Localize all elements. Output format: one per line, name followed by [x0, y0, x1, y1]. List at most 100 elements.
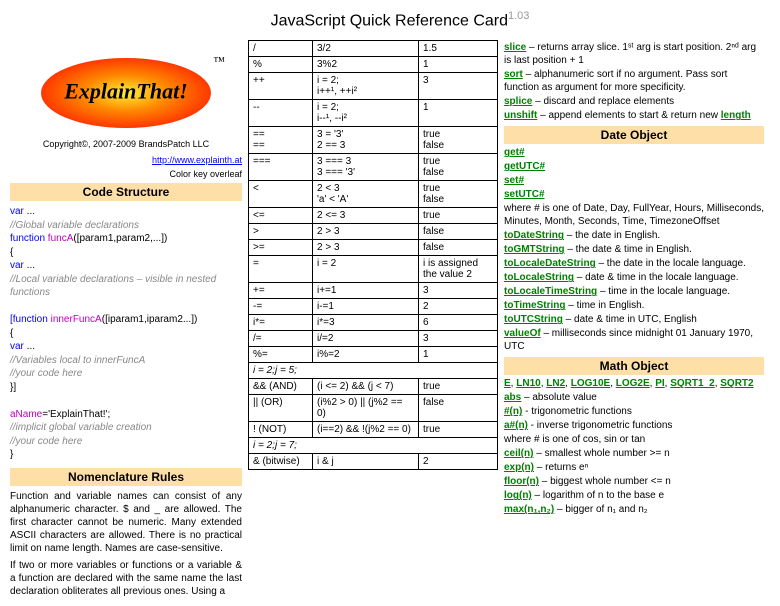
method-desc: max(n₁,n₂) – bigger of n₁ and n₂ — [504, 503, 764, 516]
table-cell: true false — [419, 181, 498, 208]
method-link[interactable]: max(n₁,n₂) — [504, 504, 554, 515]
table-cell: i+=1 — [313, 283, 419, 299]
table-cell: i/=2 — [313, 331, 419, 347]
method-link[interactable]: log(n) — [504, 490, 532, 501]
table-cell: <= — [249, 208, 313, 224]
table-cell: false — [419, 240, 498, 256]
method-desc: toDateString – the date in English. — [504, 229, 764, 242]
const-link[interactable]: SQRT1_2 — [670, 378, 714, 389]
table-cell: < — [249, 181, 313, 208]
method-desc: toLocaleDateString – the date in the loc… — [504, 257, 764, 270]
table-cell: % — [249, 57, 313, 73]
section-code-structure: Code Structure — [10, 183, 242, 201]
method-link[interactable]: get# — [504, 147, 525, 158]
method-desc: toUTCString – date & time in UTC, Englis… — [504, 313, 764, 326]
table-cell: i = 2 — [313, 256, 419, 283]
method-link[interactable]: toLocaleString — [504, 272, 574, 283]
table-cell: 3%2 — [313, 57, 419, 73]
site-link[interactable]: http://www.explainth.at — [10, 155, 242, 165]
method-desc: log(n) – logarithm of n to the base e — [504, 489, 764, 502]
method-link[interactable]: sort — [504, 69, 523, 80]
method-desc: valueOf – milliseconds since midnight 01… — [504, 327, 764, 353]
method-desc: slice – returns array slice. 1ˢᵗ arg is … — [504, 41, 764, 67]
table-cell: 2 — [419, 454, 498, 470]
table-cell: true — [419, 379, 498, 395]
table-cell: && (AND) — [249, 379, 313, 395]
const-link[interactable]: E — [504, 378, 511, 389]
section-header: Date Object — [504, 126, 764, 144]
table-cell: === — [249, 154, 313, 181]
const-link[interactable]: LN2 — [546, 378, 565, 389]
logo: ExplainThat!™ — [10, 58, 242, 131]
section-header: Math Object — [504, 357, 764, 375]
table-cell: (i <= 2) && (j < 7) — [313, 379, 419, 395]
const-link[interactable]: LN10 — [516, 378, 540, 389]
const-link[interactable]: LOG2E — [616, 378, 650, 389]
nom-para-2: If two or more variables or functions or… — [10, 559, 242, 598]
table-cell: i = 2; i--¹, --i² — [313, 100, 419, 127]
table-cell: i is assigned the value 2 — [419, 256, 498, 283]
table-subheader: i = 2;j = 5; — [249, 363, 498, 379]
table-cell: >= — [249, 240, 313, 256]
method-link[interactable]: floor(n) — [504, 476, 539, 487]
method-link[interactable]: toLocaleDateString — [504, 258, 596, 269]
table-cell: ++ — [249, 73, 313, 100]
method-desc: ceil(n) – smallest whole number >= n — [504, 447, 764, 460]
table-cell: %= — [249, 347, 313, 363]
method-desc: exp(n) – returns eⁿ — [504, 461, 764, 474]
method-link[interactable]: toUTCString — [504, 314, 563, 325]
table-cell: 2 > 3 — [313, 240, 419, 256]
method-link[interactable]: toLocaleTimeString — [504, 286, 597, 297]
method-link[interactable]: #(n) — [504, 406, 522, 417]
const-link[interactable]: LOG10E — [571, 378, 610, 389]
page-title: JavaScript Quick Reference Card1.03 — [10, 10, 780, 30]
table-cell: true — [419, 208, 498, 224]
nom-para-1: Function and variable names can consist … — [10, 490, 242, 555]
table-cell: /= — [249, 331, 313, 347]
table-cell: 3 — [419, 331, 498, 347]
method-link[interactable]: unshift — [504, 110, 537, 121]
table-cell: -- — [249, 100, 313, 127]
table-cell: 2 — [419, 299, 498, 315]
table-cell: 1 — [419, 347, 498, 363]
table-cell: & (bitwise) — [249, 454, 313, 470]
table-cell: true false — [419, 154, 498, 181]
method-link[interactable]: ceil(n) — [504, 448, 533, 459]
table-cell: 3 — [419, 283, 498, 299]
method-link[interactable]: toTimeString — [504, 300, 565, 311]
method-link[interactable]: abs — [504, 392, 521, 403]
table-cell: = — [249, 256, 313, 283]
method-link[interactable]: slice — [504, 42, 526, 53]
table-cell: i*=3 — [313, 315, 419, 331]
table-cell: -= — [249, 299, 313, 315]
method-link[interactable]: splice — [504, 96, 532, 107]
table-cell: false — [419, 224, 498, 240]
table-cell: i & j — [313, 454, 419, 470]
operators-table: /3/21.5%3%21++i = 2; i++¹, ++i²3--i = 2;… — [248, 40, 498, 470]
method-link[interactable]: a#(n) — [504, 420, 528, 431]
section-nomenclature: Nomenclature Rules — [10, 468, 242, 486]
table-cell: (i%2 > 0) || (j%2 == 0) — [313, 395, 419, 422]
method-link[interactable]: toGMTString — [504, 244, 565, 255]
method-link[interactable]: set# — [504, 175, 524, 186]
table-cell: 3 — [419, 73, 498, 100]
method-link[interactable]: valueOf — [504, 328, 541, 339]
table-cell: == == — [249, 127, 313, 154]
method-link[interactable]: setUTC# — [504, 189, 545, 200]
method-link[interactable]: getUTC# — [504, 161, 545, 172]
table-cell: 3 === 3 3 === '3' — [313, 154, 419, 181]
const-link[interactable]: PI — [655, 378, 664, 389]
table-cell: (i==2) && !(j%2 == 0) — [313, 422, 419, 438]
method-link[interactable]: toDateString — [504, 230, 564, 241]
table-cell: 2 > 3 — [313, 224, 419, 240]
method-desc: abs – absolute value — [504, 391, 764, 404]
method-desc: splice – discard and replace elements — [504, 95, 764, 108]
method-link[interactable]: exp(n) — [504, 462, 534, 473]
table-cell: > — [249, 224, 313, 240]
table-cell: i*= — [249, 315, 313, 331]
code-sample: var ... //Global variable declarations f… — [10, 203, 242, 464]
table-cell: i = 2; i++¹, ++i² — [313, 73, 419, 100]
method-desc: toGMTString – the date & time in English… — [504, 243, 764, 256]
const-link[interactable]: SQRT2 — [720, 378, 753, 389]
table-cell: true — [419, 422, 498, 438]
